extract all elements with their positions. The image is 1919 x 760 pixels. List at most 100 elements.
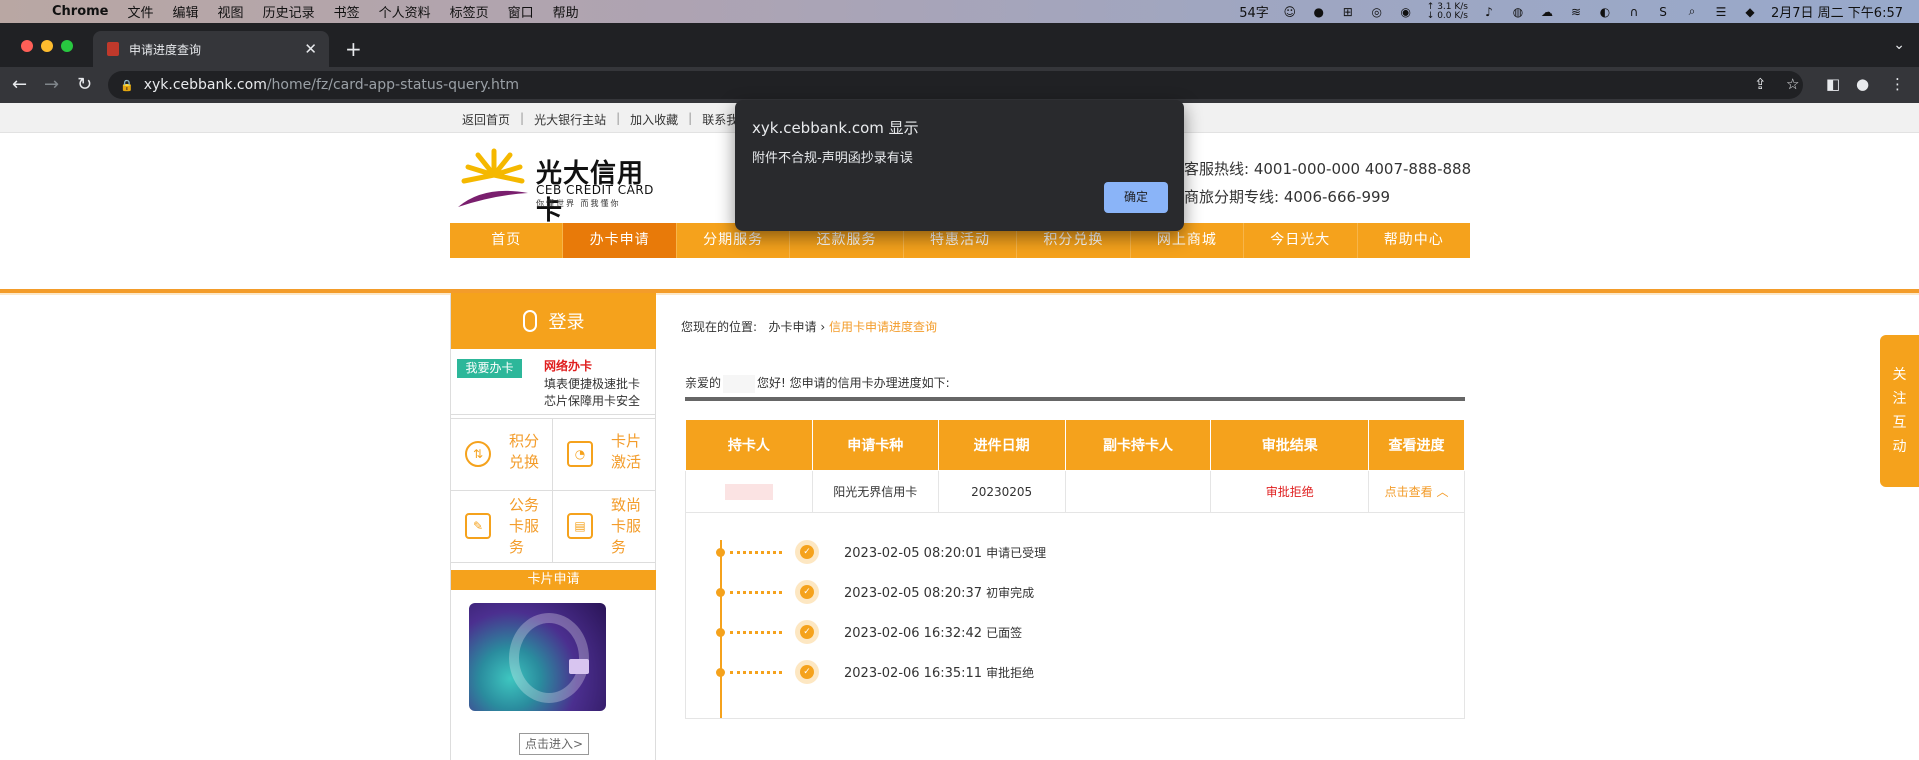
- step-text: 2023-02-06 16:32:42 已面签: [844, 624, 1022, 641]
- address-bar[interactable]: 🔒 xyk.cebbank.com/home/fz/card-app-statu…: [108, 71, 1803, 99]
- tab-search-chevron-icon[interactable]: ⌄: [1893, 37, 1905, 53]
- input-method-icon[interactable]: ⊞: [1340, 4, 1356, 20]
- bookmark-star-icon[interactable]: ☆: [1786, 75, 1799, 93]
- divider: |: [616, 111, 621, 125]
- wechat-icon[interactable]: ◍: [1510, 4, 1526, 20]
- hotline-service: 客服热线: 4001-000-000 4007-888-888: [1184, 160, 1472, 178]
- menu-kebab-icon[interactable]: ⋮: [1890, 75, 1905, 93]
- lock-icon[interactable]: 🔒: [120, 79, 134, 92]
- sidepanel-icon[interactable]: ◧: [1826, 75, 1840, 93]
- nav-home[interactable]: 首页: [450, 223, 564, 258]
- cloud-icon[interactable]: ☁: [1539, 4, 1555, 20]
- bell-icon[interactable]: ♪: [1481, 4, 1497, 20]
- service-business-card[interactable]: ✎ 公务卡服务: [451, 491, 553, 563]
- breadcrumb-current: 信用卡申请进度查询: [828, 320, 937, 334]
- timeline-dots: [730, 631, 782, 634]
- card-chip: [569, 659, 589, 674]
- progress-table: 持卡人 申请卡种 进件日期 副卡持卡人 审批结果 查看进度 阳光无界信用卡 20…: [685, 419, 1465, 513]
- service-activate-label: 卡片激活: [611, 432, 642, 471]
- nav-today[interactable]: 今日光大: [1244, 223, 1358, 258]
- nav-apply[interactable]: 办卡申请: [563, 223, 677, 258]
- tab-close-icon[interactable]: ✕: [304, 40, 317, 58]
- search-app-icon[interactable]: ◉: [1398, 4, 1414, 20]
- spotlight-icon[interactable]: ⌕: [1684, 4, 1700, 20]
- control-center-icon[interactable]: ☰: [1713, 4, 1729, 20]
- divider: |: [520, 111, 525, 125]
- step-text: 2023-02-05 08:20:37 初审完成: [844, 584, 1034, 601]
- link-bank-main[interactable]: 光大银行主站: [534, 111, 606, 128]
- cell-card: 阳光无界信用卡: [811, 470, 939, 513]
- chevron-up-icon[interactable]: ︿: [1436, 485, 1448, 499]
- service-premium-card[interactable]: ▤ 致尚卡服务: [553, 491, 655, 563]
- login-button[interactable]: 登录: [451, 293, 656, 349]
- sync-icon[interactable]: ◎: [1369, 4, 1385, 20]
- service-points-label: 积分兑换: [509, 432, 540, 471]
- clock[interactable]: 2月7日 周二 下午6:57: [1771, 2, 1903, 21]
- tab-title: 申请进度查询: [129, 42, 202, 57]
- favicon-icon: [107, 42, 119, 56]
- step-text: 2023-02-06 16:35:11 审批拒绝: [844, 664, 1034, 681]
- cell-view[interactable]: 点击查看 ︿: [1368, 470, 1465, 513]
- masked-holder: [724, 483, 773, 500]
- credit-card-image[interactable]: [469, 603, 606, 711]
- menu-bookmarks[interactable]: 书签: [334, 2, 360, 21]
- profile-icon[interactable]: ●: [1856, 75, 1869, 93]
- dialog-ok-button[interactable]: 确定: [1104, 182, 1168, 213]
- close-window-button[interactable]: [21, 40, 33, 52]
- apply-card-button[interactable]: 我要办卡: [457, 359, 522, 378]
- view-link[interactable]: 点击查看: [1385, 485, 1433, 499]
- timeline-dot: [716, 548, 725, 557]
- browser-tab[interactable]: 申请进度查询 ✕: [93, 31, 329, 67]
- logo-slogan: 你懂世界 而我懂你: [536, 199, 621, 208]
- premium-card-icon: ▤: [567, 513, 593, 539]
- service-activate[interactable]: ◔ 卡片激活: [553, 419, 655, 491]
- th-view: 查看进度: [1368, 419, 1465, 471]
- word-count[interactable]: 54字: [1239, 2, 1269, 21]
- forward-icon[interactable]: →: [44, 74, 59, 95]
- link-contact[interactable]: 联系我: [702, 111, 738, 128]
- macos-menubar: Chrome 文件 编辑 视图 历史记录 书签 个人资料 标签页 窗口 帮助 5…: [0, 0, 1919, 23]
- check-icon: ✓: [795, 620, 819, 644]
- microphone-icon[interactable]: ●: [1311, 4, 1327, 20]
- menu-history[interactable]: 历史记录: [263, 2, 315, 21]
- menu-window[interactable]: 窗口: [508, 2, 534, 21]
- headphones-icon[interactable]: ∩: [1626, 4, 1642, 20]
- menu-file[interactable]: 文件: [128, 2, 154, 21]
- network-speed: ↑ 3.1 K/s ↓ 0.0 K/s: [1427, 2, 1468, 21]
- link-favorite[interactable]: 加入收藏: [630, 111, 678, 128]
- apply-online-title[interactable]: 网络办卡: [544, 357, 592, 374]
- cell-sub-holder: [1064, 470, 1212, 513]
- cell-result: 审批拒绝: [1210, 470, 1370, 513]
- chrome-toolbar: ← → ↻ 🔒 xyk.cebbank.com/home/fz/card-app…: [0, 67, 1919, 103]
- ceb-logo[interactable]: 光大信用卡 CEB CREDIT CARD 你懂世界 而我懂你: [454, 145, 654, 226]
- new-tab-icon[interactable]: +: [345, 37, 362, 61]
- share-icon[interactable]: ⇪: [1754, 75, 1767, 93]
- reload-icon[interactable]: ↻: [77, 74, 92, 95]
- step-label: 申请已受理: [986, 546, 1047, 560]
- points-icon: ⇅: [465, 441, 491, 467]
- th-sub-holder: 副卡持卡人: [1064, 419, 1212, 471]
- breadcrumb-parent[interactable]: 办卡申请: [769, 320, 817, 334]
- back-icon[interactable]: ←: [12, 74, 27, 95]
- menu-help[interactable]: 帮助: [553, 2, 579, 21]
- enter-button[interactable]: 点击进入>: [519, 733, 589, 755]
- menu-view[interactable]: 视图: [218, 2, 244, 21]
- zoom-window-button[interactable]: [61, 40, 73, 52]
- app-s-icon[interactable]: S: [1655, 4, 1671, 20]
- siri-icon[interactable]: ◆: [1742, 4, 1758, 20]
- user-icon[interactable]: ◐: [1597, 4, 1613, 20]
- menu-app-name[interactable]: Chrome: [52, 4, 109, 19]
- follow-interact-tab[interactable]: 关 注 互 动: [1880, 335, 1919, 487]
- wifi-icon[interactable]: ≋: [1568, 4, 1584, 20]
- alert-dialog: xyk.cebbank.com 显示 附件不合规-声明函抄录有误 确定: [735, 100, 1184, 231]
- menu-tabs[interactable]: 标签页: [450, 2, 489, 21]
- emoji-icon[interactable]: ☺: [1282, 4, 1298, 20]
- login-label: 登录: [548, 312, 585, 333]
- menu-edit[interactable]: 编辑: [173, 2, 199, 21]
- menu-profile[interactable]: 个人资料: [379, 2, 431, 21]
- service-points[interactable]: ⇅ 积分兑换: [451, 419, 553, 491]
- minimize-window-button[interactable]: [41, 40, 53, 52]
- follow-char: 关: [1892, 367, 1907, 383]
- link-home[interactable]: 返回首页: [462, 111, 510, 128]
- nav-help[interactable]: 帮助中心: [1358, 223, 1470, 258]
